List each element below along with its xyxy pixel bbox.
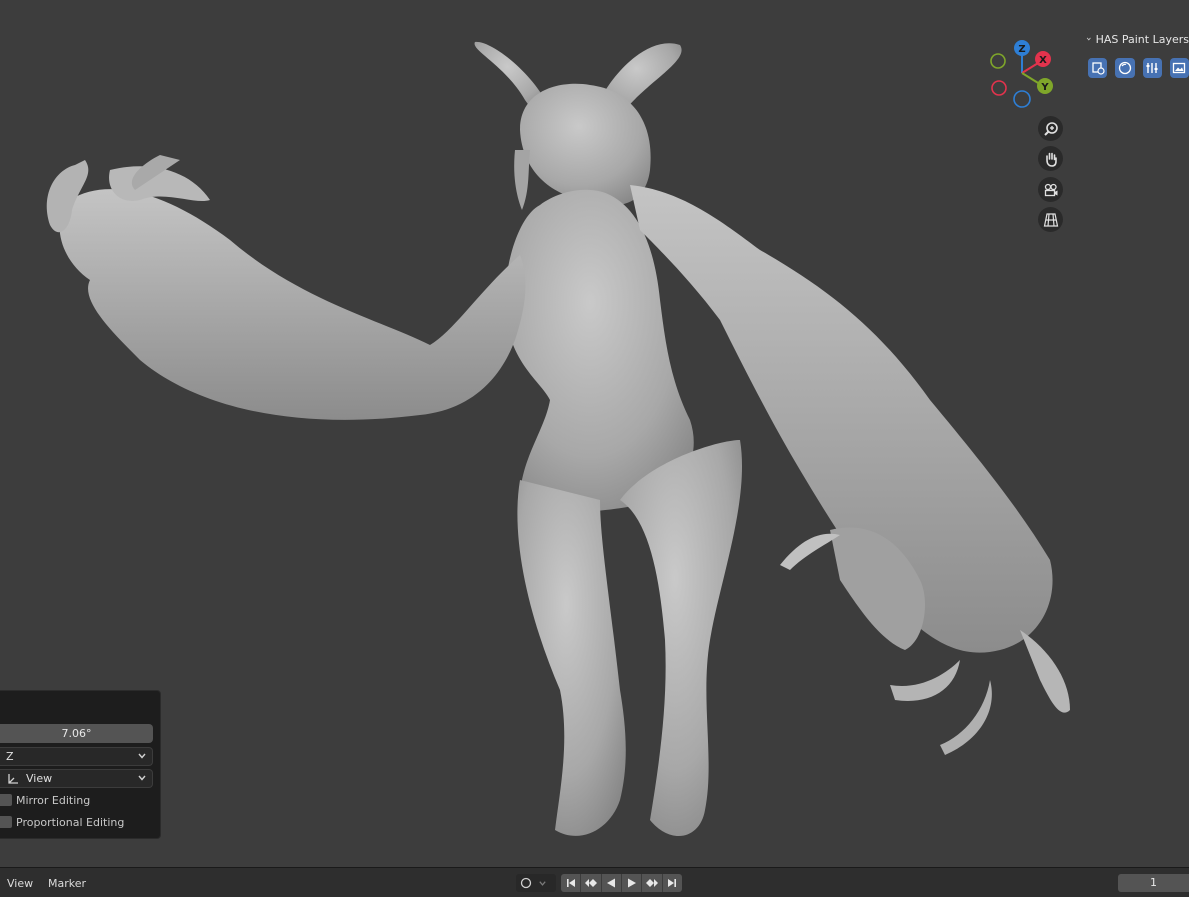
play-reverse-button[interactable] <box>602 874 622 892</box>
axis-select-value: Z <box>6 750 14 763</box>
has-panel-title: HAS Paint Layers <box>1095 32 1189 46</box>
next-keyframe-icon <box>645 879 658 887</box>
chevron-down-icon <box>1086 37 1091 41</box>
orientation-select-value: View <box>26 772 53 785</box>
timeline-menu-marker[interactable]: Marker <box>48 877 86 890</box>
tools-icon <box>1146 63 1158 73</box>
image-button[interactable] <box>1169 58 1189 78</box>
current-frame-field[interactable]: 1 <box>1118 874 1189 892</box>
has-paint-layers-panel: HAS Paint Layers <box>1080 28 1189 84</box>
camera-icon <box>1044 183 1057 196</box>
play-reverse-icon <box>607 878 616 888</box>
neg-x-axis-handle[interactable] <box>991 80 1007 96</box>
zoom-icon <box>1043 121 1058 136</box>
pan-button[interactable] <box>1038 146 1063 171</box>
play-button[interactable] <box>622 874 643 892</box>
prev-keyframe-button[interactable] <box>581 874 602 892</box>
adjust-last-operation-panel: 7.06° Z View Mirror Editing Proportional… <box>0 690 161 839</box>
neg-z-axis-handle[interactable] <box>1013 90 1031 108</box>
play-icon <box>627 878 636 888</box>
timeline-header: View Marker 1 <box>0 867 1189 897</box>
jump-start-icon <box>566 879 575 887</box>
camera-view-button[interactable] <box>1038 177 1063 202</box>
perspective-toggle-button[interactable] <box>1038 207 1063 232</box>
timeline-menu-view[interactable]: View <box>7 877 33 890</box>
ortho-grid-icon <box>1043 212 1058 227</box>
layer-add-icon <box>1091 62 1105 75</box>
mirror-editing-label: Mirror Editing <box>16 793 91 807</box>
chevron-down-icon <box>138 753 146 759</box>
3d-viewport[interactable]: Z X Y HAS Paint Layers 7.06° Z View Mirr… <box>0 0 1189 867</box>
zoom-button[interactable] <box>1038 116 1063 141</box>
axis-select[interactable]: Z <box>0 747 153 766</box>
prev-keyframe-icon <box>584 879 597 887</box>
proportional-editing-label: Proportional Editing <box>16 815 125 829</box>
sphere-icon <box>1118 61 1132 75</box>
z-axis-label: Z <box>1018 44 1025 55</box>
sculpt-model <box>46 41 1070 837</box>
record-icon <box>520 877 532 889</box>
has-panel-header[interactable]: HAS Paint Layers <box>1080 28 1189 50</box>
orientation-select[interactable]: View <box>0 769 153 788</box>
mirror-editing-checkbox[interactable]: Mirror Editing <box>0 792 90 808</box>
mirror-editing-box[interactable] <box>0 794 12 806</box>
angle-value-field[interactable]: 7.06° <box>0 724 153 743</box>
image-icon <box>1173 62 1186 74</box>
jump-start-button[interactable] <box>561 874 582 892</box>
playback-controls <box>561 874 682 892</box>
neg-y-axis-handle[interactable] <box>990 53 1006 69</box>
layer-add-button[interactable] <box>1088 58 1108 78</box>
proportional-editing-checkbox[interactable]: Proportional Editing <box>0 814 124 830</box>
orientation-icon <box>8 773 18 784</box>
keying-toggle[interactable] <box>516 874 556 892</box>
tools-button[interactable] <box>1142 58 1162 78</box>
x-axis-label: X <box>1039 55 1047 66</box>
proportional-editing-box[interactable] <box>0 816 12 828</box>
jump-end-icon <box>668 879 677 887</box>
next-keyframe-button[interactable] <box>642 874 663 892</box>
chevron-down-icon <box>539 880 546 886</box>
chevron-down-icon <box>138 775 146 781</box>
jump-end-button[interactable] <box>663 874 682 892</box>
pan-hand-icon <box>1045 152 1057 167</box>
y-axis-label: Y <box>1040 82 1049 93</box>
sphere-button[interactable] <box>1115 58 1135 78</box>
navigation-gizmo[interactable]: Z X Y <box>985 38 1055 108</box>
